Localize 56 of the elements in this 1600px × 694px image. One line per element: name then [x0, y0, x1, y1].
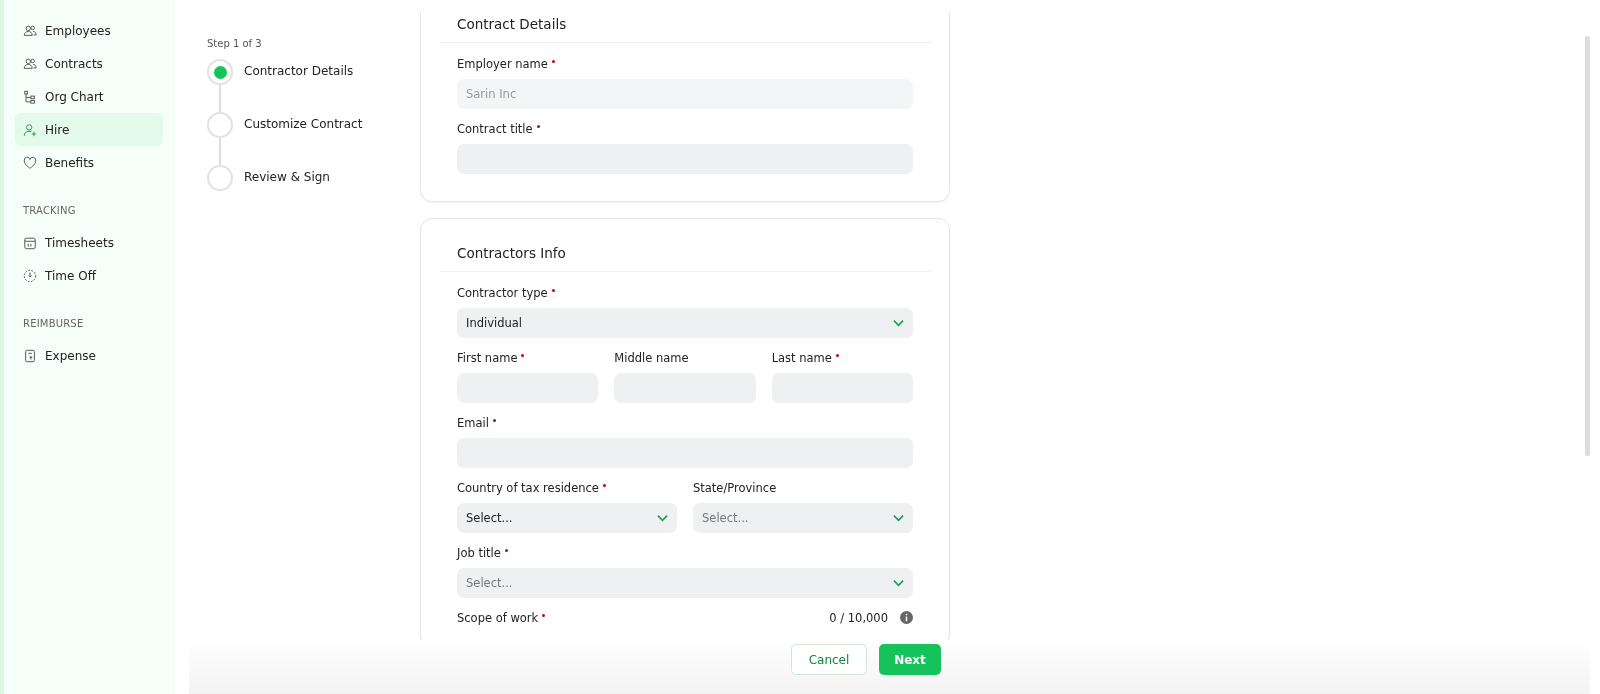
required-mark: [551, 289, 555, 292]
chevron-down-icon: [657, 514, 668, 522]
field-label: Last name: [771, 351, 832, 365]
step-label[interactable]: Customize Contract: [244, 112, 363, 165]
select-field[interactable]: Select...: [457, 568, 913, 598]
step-label[interactable]: Contractor Details: [244, 59, 354, 112]
clock-icon: [23, 268, 37, 283]
select-field[interactable]: Select...: [693, 503, 913, 533]
nav-item[interactable]: Contracts: [15, 47, 163, 80]
chevron-down-icon: [893, 579, 904, 587]
section-heading: TRACKING: [22, 204, 77, 218]
required-mark: [551, 60, 555, 63]
required-mark: [602, 484, 606, 487]
chevron-down-icon: [893, 514, 904, 522]
field-label: State/Province: [693, 481, 777, 495]
field-label: Job title: [457, 546, 501, 560]
nav-item[interactable]: Timesheets: [15, 226, 163, 259]
nav-item[interactable]: Hire: [15, 113, 163, 146]
calendar-icon: [23, 235, 37, 250]
field-label: Middle name: [614, 351, 689, 365]
select-field[interactable]: Individual: [457, 308, 913, 338]
required-mark: [521, 354, 525, 357]
required-mark: [504, 549, 508, 552]
field-label: Country of tax residence: [457, 481, 599, 495]
card-title: Contract Details: [439, 12, 931, 43]
add-person-icon: [23, 122, 37, 137]
select-field[interactable]: Select...: [457, 503, 677, 533]
required-mark: [492, 419, 496, 422]
nav-item[interactable]: Expense: [15, 339, 163, 372]
card-title: Contractors Info: [439, 219, 931, 272]
nav-item[interactable]: Employees: [15, 14, 163, 47]
people-icon: [23, 23, 37, 38]
character-counter: 0 / 10,000: [829, 611, 888, 625]
field-label: Email: [457, 416, 489, 430]
field-label: Contract title: [457, 122, 533, 136]
field-label: Contractor type: [457, 286, 548, 300]
info-icon: [900, 611, 913, 624]
nav-item[interactable]: Time Off: [15, 259, 163, 292]
field-label: First name: [457, 351, 518, 365]
required-mark: [835, 354, 839, 357]
section-heading: REIMBURSE: [22, 317, 85, 331]
field-label: Employer name: [457, 57, 548, 71]
step-caption: Step 1 of 3: [207, 38, 263, 49]
required-mark: [536, 125, 540, 128]
heart-icon: [23, 155, 37, 170]
required-mark: [542, 614, 546, 617]
field-label: Scope of work: [457, 611, 539, 625]
scrollbar[interactable]: [1585, 36, 1590, 456]
step-label[interactable]: Review & Sign: [244, 165, 330, 191]
receipt-icon: [23, 348, 37, 363]
people-icon: [23, 56, 37, 71]
org-chart-icon: [23, 89, 37, 104]
nav-item[interactable]: Org Chart: [15, 80, 163, 113]
cancel-button[interactable]: Cancel: [791, 644, 867, 675]
chevron-down-icon: [893, 319, 904, 327]
nav-item[interactable]: Benefits: [15, 146, 163, 179]
